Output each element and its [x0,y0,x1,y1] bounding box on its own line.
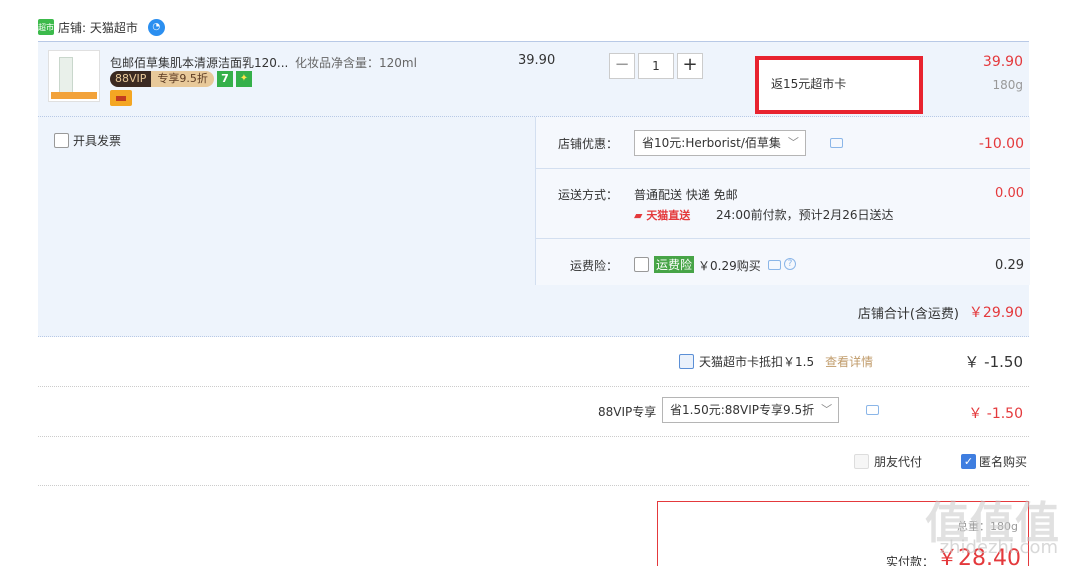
card-deduct-checkbox[interactable] [679,354,694,369]
options-panel: 店铺优惠： 省10元:Herborist/佰草集 ﹀ -10.00 运送方式： … [535,117,1030,285]
shop-discount-select[interactable]: 省10元:Herborist/佰草集 ﹀ [634,130,806,156]
shop-discount-label: 店铺优惠： [558,137,619,151]
decrease-quantity-button[interactable]: − [609,53,635,79]
insurance-tag: 运费险 [654,256,695,273]
supermarket-logo-icon: 超市 [38,19,54,35]
watermark-url: zhidezhi.com [939,537,1058,558]
card-icon [110,90,132,106]
card-deduct-amount: ￥ -1.50 [964,353,1023,371]
product-title[interactable]: 包邮佰草集肌本清源洁面乳120... [110,54,288,71]
anonymous-checkbox[interactable]: ✓ [961,454,976,469]
shop-discount-amount: -10.00 [978,136,1024,152]
wangwang-icon[interactable]: ◔ [147,18,165,36]
view-details-link[interactable]: 查看详情 [825,353,873,370]
invoice-checkbox[interactable] [54,133,69,148]
product-thumbnail[interactable] [48,50,100,102]
help-icon[interactable]: ? [784,258,796,270]
card-deduct-option[interactable]: 天猫超市卡抵扣￥1.5 查看详情 [679,353,873,370]
card-deduct-label: 天猫超市卡抵扣￥1.5 [699,355,815,369]
tmall-cat-icon: ▰ [634,209,643,222]
shipping-method: 普通配送 快递 免邮 [634,188,738,202]
vip-discount-amount: ￥ -1.50 [968,406,1023,422]
vip-discount-select[interactable]: 省1.50元:88VIP专享9.5折 ﹀ [662,397,840,423]
divider [38,386,1029,387]
friend-pay-option[interactable]: 朋友代付 [854,453,922,470]
guarantee-icon: ✦ [235,71,252,87]
store-total-amount: ￥29.90 [968,305,1023,321]
order-options: 开具发票 店铺优惠： 省10元:Herborist/佰草集 ﹀ -10.00 运… [38,117,1030,285]
chevron-down-icon: ﹀ [787,136,799,149]
shop-discount-row: 店铺优惠： 省10元:Herborist/佰草集 ﹀ -10.00 [536,117,1030,169]
vip-label: 88VIP专享 [598,405,657,419]
item-weight: 180g [992,78,1023,92]
store-header: 超市 店铺: 天猫超市 ◔ [38,17,165,37]
tmall-direct-tag: ▰ 天猫直送 [634,209,691,222]
increase-quantity-button[interactable]: + [677,53,703,79]
unit-price: 39.90 [518,53,556,68]
cart-item-row: 包邮佰草集肌本清源洁面乳120... 化妆品净含量：120ml 88VIP 专享… [38,41,1029,117]
insurance-row: 运费险： 运费险 ￥0.29购买 ? 0.29 [536,239,1030,285]
product-spec: 化妆品净含量：120ml [295,56,417,70]
store-name[interactable]: 店铺: 天猫超市 [58,19,138,36]
promo-highlight-box: 返15元超市卡 [755,56,923,114]
vip-discount-badge: 88VIP 专享9.5折 [110,71,214,87]
store-total-label: 店铺合计(含运费) [857,307,959,322]
divider [38,485,1029,486]
actual-pay-label: 实付款： [886,555,935,566]
shipping-eta: 24:00前付款，预计2月26日送达 [716,208,894,222]
friend-pay-label: 朋友代付 [874,455,923,469]
invoice-label: 开具发票 [73,134,122,148]
product-badges: 88VIP 专享9.5折 7 ✦ [110,71,252,87]
invoice-option[interactable]: 开具发票 [54,132,121,149]
insurance-label: 运费险： [570,259,619,273]
divider [38,436,1029,437]
memo-icon[interactable] [866,405,879,415]
store-total-row: 店铺合计(含运费) ￥29.90 [38,285,1029,337]
shipping-row: 运送方式： 普通配送 快递 免邮 ▰ 天猫直送 24:00前付款，预计2月26日… [536,169,1030,239]
quantity-input[interactable]: 1 [638,53,674,79]
insurance-price: ￥0.29购买 [698,259,761,273]
item-total-price: 39.90 [982,54,1023,70]
anonymous-option[interactable]: ✓ 匿名购买 [961,453,1027,470]
shipping-amount: 0.00 [995,186,1024,201]
memo-icon[interactable] [830,138,843,148]
shipping-label: 运送方式： [558,188,619,202]
seven-day-return-icon: 7 [216,71,233,87]
insurance-amount: 0.29 [995,258,1024,273]
anonymous-label: 匿名购买 [979,455,1028,469]
insurance-checkbox[interactable] [634,257,649,272]
memo-icon[interactable] [768,260,781,270]
promo-text: 返15元超市卡 [771,77,847,91]
chevron-down-icon: ﹀ [821,403,833,416]
quantity-stepper: − 1 + [609,53,703,79]
friend-pay-checkbox[interactable] [854,454,869,469]
